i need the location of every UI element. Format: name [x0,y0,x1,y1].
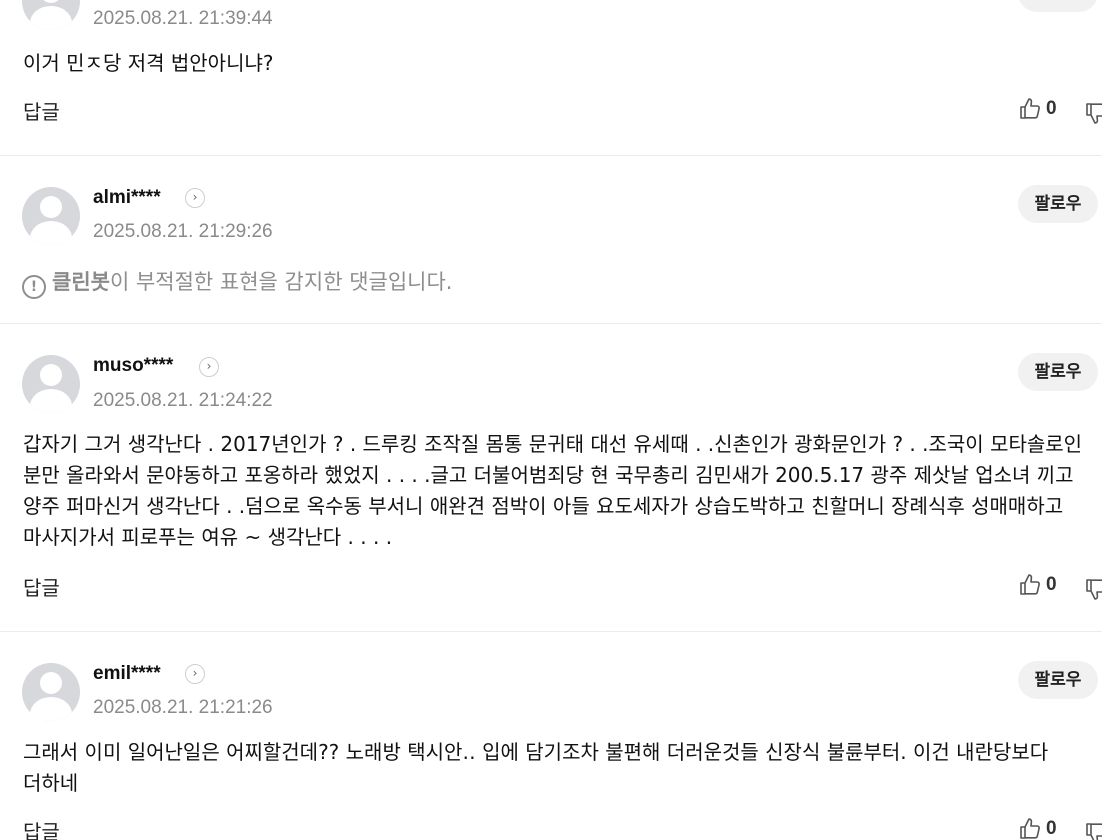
comment-text: 이거 민ㅈ당 저격 법안아니냐? [23,51,274,75]
avatar-head-shape [40,364,62,386]
follow-button[interactable]: 팔로우 [1018,185,1098,223]
chevron-right-icon[interactable]: › [185,188,205,208]
comment-text-line: 양주 퍼마신거 생각난다 . .덤으로 옥수동 부서니 애완견 점박이 아들 요… [23,494,1064,518]
like-count: 0 [1046,818,1057,839]
avatar-body-shape [30,6,72,30]
avatar[interactable] [22,355,80,413]
comment-timestamp: 2025.08.21. 21:24:22 [93,390,273,411]
comment-username[interactable]: emil**** [93,663,161,685]
comment-username[interactable]: almi**** [93,187,161,209]
avatar-body-shape [30,221,72,245]
cleanbot-name[interactable]: 클린봇 [52,270,110,294]
cleanbot-notice: ! 클린봇이 부적절한 표현을 감지한 댓글입니다. [22,266,452,299]
comment-username[interactable]: muso**** [93,355,173,377]
avatar-head-shape [40,196,62,218]
avatar-body-shape [30,389,72,413]
reply-button[interactable]: 답글 [23,96,60,125]
thumbs-up-icon[interactable] [1018,97,1042,121]
avatar-head-shape [40,0,62,3]
comment-list: 2025.08.21. 21:39:44 이거 민ㅈ당 저격 법안아니냐? 답글… [0,0,1102,840]
follow-button[interactable]: 팔로우 [1018,353,1098,391]
avatar[interactable] [22,187,80,245]
comment-text-line: 더하네 [23,771,79,795]
like-count: 0 [1046,98,1057,119]
divider [0,323,1102,324]
comment-text: 그래서 이미 일어난일은 어찌할건데?? 노래방 택시안‥ 입에 담기조차 불편… [23,737,1098,799]
cleanbot-text: 이 부적절한 표현을 감지한 댓글입니다. [109,270,453,294]
avatar[interactable] [22,0,80,30]
avatar-head-shape [40,672,62,694]
thumbs-down-icon[interactable] [1084,577,1102,601]
chevron-right-icon[interactable]: › [199,357,219,377]
comment-text-line: 마사지가서 피로푸는 여유 ~ 생각난다 . . . . [23,525,393,549]
divider [0,631,1102,632]
chevron-right-icon[interactable]: › [185,664,205,684]
reply-button[interactable]: 답글 [23,572,60,601]
avatar[interactable] [22,663,80,721]
exclamation-icon: ! [22,275,46,299]
follow-button[interactable]: 팔로우 [1018,661,1098,699]
divider [0,155,1102,156]
thumbs-down-icon[interactable] [1084,821,1102,840]
thumbs-up-icon[interactable] [1018,573,1042,597]
comment-timestamp: 2025.08.21. 21:29:26 [93,221,273,242]
comment-text: 갑자기 그거 생각난다 . 2017년인가 ? . 드루킹 조작질 몸통 문귀태… [23,429,1098,553]
comment-text-line: 분만 올라와서 문야동하고 포옹하라 했었지 . . . .글고 더불어범죄당 … [23,463,1074,487]
thumbs-down-icon[interactable] [1084,101,1102,125]
avatar-body-shape [30,697,72,721]
comment-text-line: 갑자기 그거 생각난다 . 2017년인가 ? . 드루킹 조작질 몸통 문귀태… [23,432,1083,456]
like-count: 0 [1046,574,1057,595]
comment-timestamp: 2025.08.21. 21:21:26 [93,697,273,718]
thumbs-up-icon[interactable] [1018,817,1042,840]
comment-text-line: 그래서 이미 일어난일은 어찌할건데?? 노래방 택시안‥ 입에 담기조차 불편… [23,740,1049,764]
comment-timestamp: 2025.08.21. 21:39:44 [93,8,273,29]
follow-button[interactable] [1018,0,1098,12]
reply-button[interactable]: 답글 [23,816,60,840]
